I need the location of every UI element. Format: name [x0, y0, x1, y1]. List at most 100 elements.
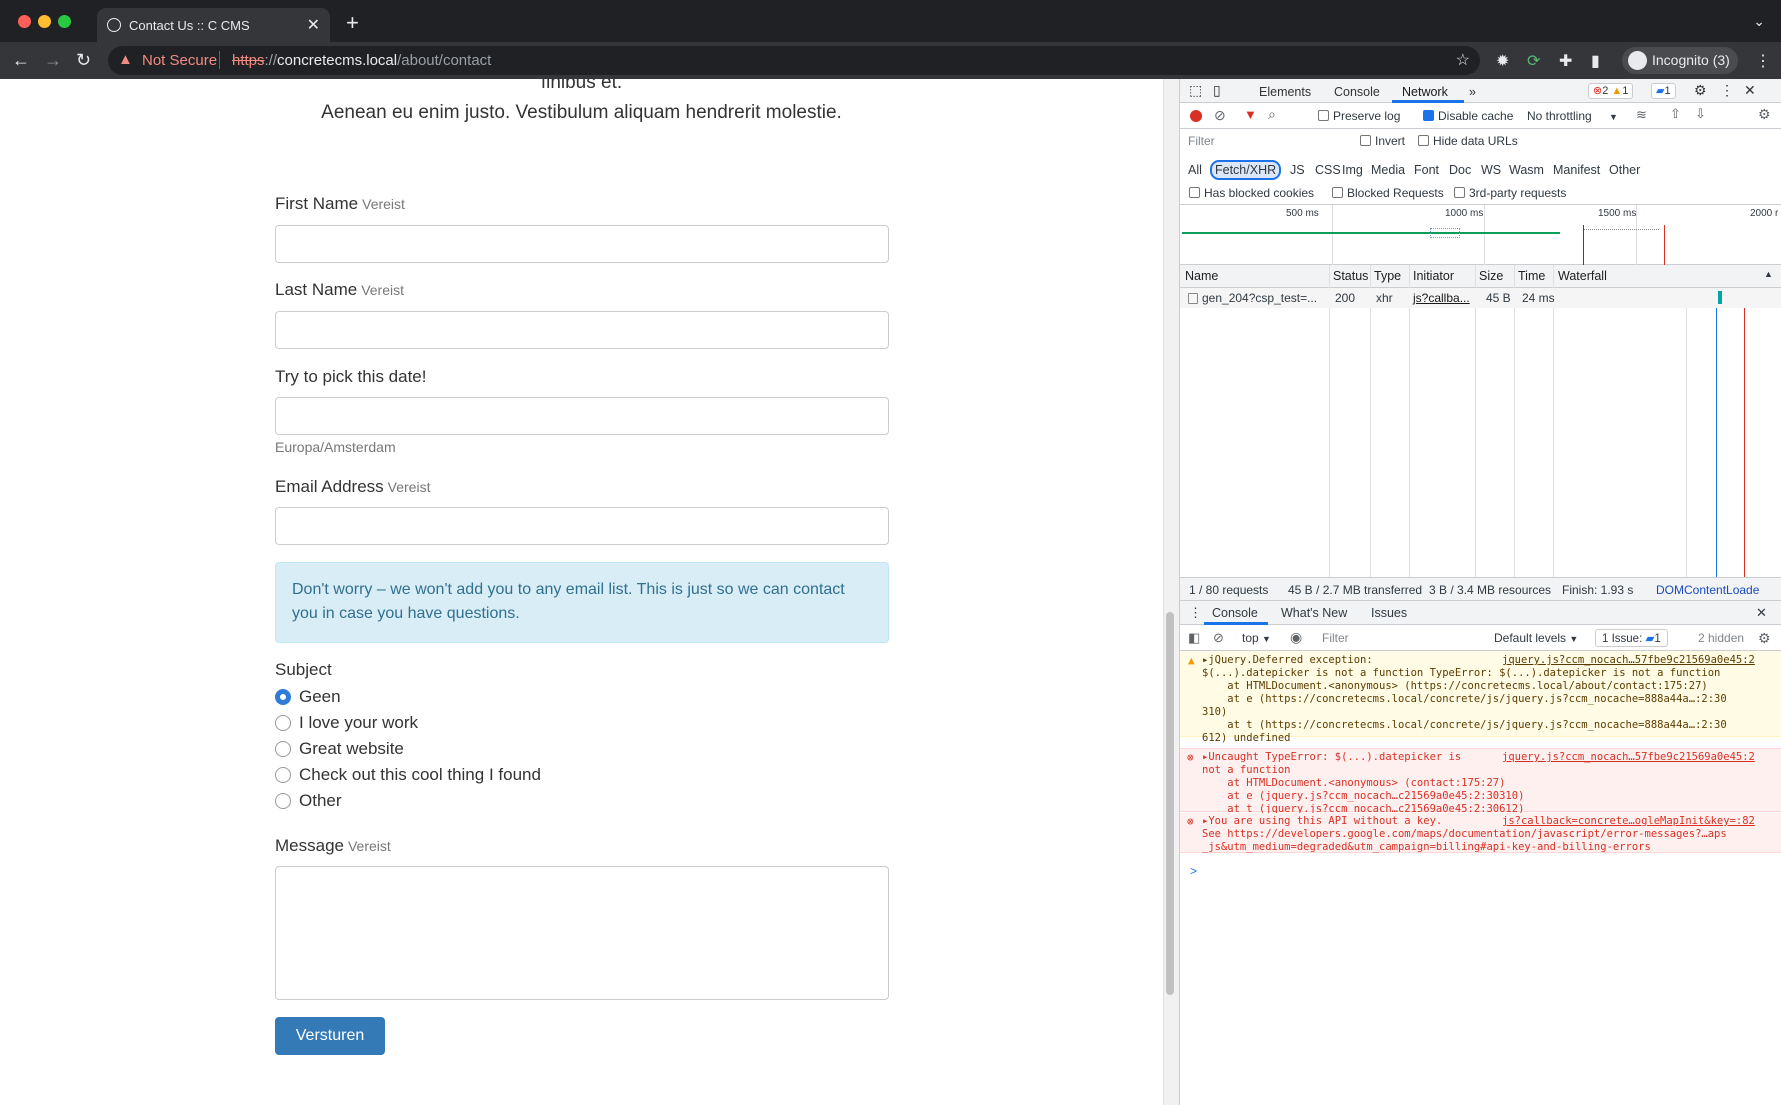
- tab-console[interactable]: Console: [1334, 85, 1380, 99]
- hide-data-urls-checkbox[interactable]: Hide data URLs: [1418, 134, 1518, 148]
- request-name[interactable]: gen_204?csp_test=...: [1202, 291, 1317, 305]
- close-devtools-icon[interactable]: ✕: [1744, 82, 1756, 99]
- browser-tab[interactable]: Contact Us :: C CMS ✕: [97, 8, 330, 42]
- column-status[interactable]: Status: [1333, 269, 1368, 283]
- third-party-checkbox[interactable]: 3rd-party requests: [1454, 186, 1566, 200]
- drawer-tab-issues[interactable]: Issues: [1371, 606, 1407, 620]
- tab-network[interactable]: Network: [1402, 85, 1448, 99]
- more-tabs-button[interactable]: »: [1469, 85, 1476, 99]
- filter-ws[interactable]: WS: [1481, 163, 1501, 177]
- message-source-link[interactable]: jquery.js?ccm_nocach…57fbe9c21569a0e45:2: [1502, 751, 1755, 764]
- issues-badge[interactable]: 1 Issue: ▰1: [1595, 629, 1668, 647]
- url-text[interactable]: https://concretecms.local/about/contact: [232, 52, 491, 69]
- network-conditions-icon[interactable]: ≋: [1636, 107, 1647, 123]
- filter-funnel-icon[interactable]: ▼: [1244, 107, 1257, 122]
- minimize-window-button[interactable]: [38, 15, 51, 28]
- export-har-icon[interactable]: ⇩: [1695, 106, 1706, 122]
- filter-css[interactable]: CSS: [1315, 163, 1341, 177]
- console-settings-icon[interactable]: ⚙: [1758, 630, 1771, 647]
- console-warning-message[interactable]: ▲ ▸jQuery.Deferred exception: jquery.js?…: [1180, 651, 1781, 744]
- error-warning-counter[interactable]: ⊗2 ▲1: [1588, 83, 1634, 99]
- message-source-link[interactable]: jquery.js?ccm_nocach…57fbe9c21569a0e45:2: [1502, 654, 1755, 667]
- console-filter-input[interactable]: Filter: [1318, 628, 1448, 648]
- default-levels-select[interactable]: Default levels ▼: [1494, 631, 1578, 645]
- address-bar[interactable]: ▲ Not Secure https://concretecms.local/a…: [108, 46, 1480, 75]
- incognito-profile-button[interactable]: Incognito (3): [1622, 47, 1738, 74]
- column-time[interactable]: Time: [1518, 269, 1545, 283]
- chevron-down-icon[interactable]: ⌄: [1753, 13, 1765, 30]
- email-field[interactable]: [275, 507, 889, 545]
- preserve-log-checkbox[interactable]: Preserve log: [1318, 109, 1400, 123]
- radio-icon[interactable]: [275, 741, 291, 757]
- blocked-requests-checkbox[interactable]: Blocked Requests: [1332, 186, 1444, 200]
- clear-console-icon[interactable]: ⊘: [1213, 630, 1224, 646]
- filter-media[interactable]: Media: [1371, 163, 1405, 177]
- devtools-menu-icon[interactable]: ⋮: [1720, 82, 1734, 99]
- clear-icon[interactable]: ⊘: [1214, 107, 1226, 124]
- filter-img[interactable]: Img: [1342, 163, 1363, 177]
- invert-checkbox[interactable]: Invert: [1360, 134, 1405, 148]
- radio-selected-icon[interactable]: [275, 689, 291, 705]
- table-row[interactable]: gen_204?csp_test=... 200 xhr js?callba..…: [1180, 288, 1781, 308]
- info-counter[interactable]: ▰1: [1651, 83, 1676, 99]
- record-icon[interactable]: [1190, 110, 1202, 122]
- extensions-puzzle-icon[interactable]: ✚: [1559, 51, 1572, 71]
- filter-wasm[interactable]: Wasm: [1509, 163, 1544, 177]
- page-scrollbar[interactable]: [1166, 612, 1174, 995]
- throttling-select[interactable]: No throttling ▼: [1527, 109, 1618, 123]
- disable-cache-checkbox[interactable]: Disable cache: [1423, 109, 1513, 123]
- filter-js[interactable]: JS: [1290, 163, 1305, 177]
- eye-icon[interactable]: ◉: [1290, 629, 1302, 646]
- column-type[interactable]: Type: [1374, 269, 1401, 283]
- request-initiator[interactable]: js?callba...: [1413, 291, 1470, 305]
- column-initiator[interactable]: Initiator: [1413, 269, 1454, 283]
- new-tab-button[interactable]: +: [346, 10, 359, 36]
- settings-gear-icon[interactable]: ⚙: [1694, 82, 1707, 99]
- forward-button[interactable]: →: [44, 50, 62, 71]
- network-filter-input[interactable]: Filter: [1184, 131, 1348, 150]
- maximize-window-button[interactable]: [58, 15, 71, 28]
- radio-icon[interactable]: [275, 767, 291, 783]
- date-field[interactable]: [275, 397, 889, 435]
- console-error-message[interactable]: ⊗ ▸Uncaught TypeError: $(...).datepicker…: [1180, 748, 1781, 815]
- reload-button[interactable]: ↻: [76, 50, 91, 71]
- drawer-tab-whats-new[interactable]: What's New: [1281, 606, 1347, 620]
- import-har-icon[interactable]: ⇧: [1670, 106, 1681, 122]
- radio-icon[interactable]: [275, 715, 291, 731]
- drawer-menu-icon[interactable]: ⋮: [1189, 605, 1202, 621]
- network-settings-icon[interactable]: ⚙: [1758, 106, 1771, 123]
- message-source-link[interactable]: js?callback=concrete…ogleMapInit&key=:82: [1502, 815, 1755, 828]
- device-toggle-icon[interactable]: ▯: [1213, 82, 1221, 99]
- filter-fetch-xhr[interactable]: Fetch/XHR: [1210, 160, 1282, 180]
- tab-elements[interactable]: Elements: [1259, 85, 1311, 99]
- column-name[interactable]: Name: [1185, 269, 1218, 283]
- context-select[interactable]: top ▼: [1242, 631, 1271, 645]
- back-button[interactable]: ←: [12, 50, 30, 71]
- sidebar-toggle-icon[interactable]: ◧: [1188, 630, 1200, 646]
- last-name-field[interactable]: [275, 311, 889, 349]
- filter-all[interactable]: All: [1188, 163, 1202, 177]
- extension-gear-icon[interactable]: ✹: [1496, 51, 1509, 71]
- has-blocked-cookies-checkbox[interactable]: Has blocked cookies: [1189, 186, 1314, 200]
- extension-sync-icon[interactable]: ⟳: [1527, 51, 1540, 71]
- filter-font[interactable]: Font: [1414, 163, 1439, 177]
- side-panel-icon[interactable]: ▮: [1591, 51, 1600, 71]
- console-prompt[interactable]: >: [1190, 864, 1197, 878]
- message-textarea[interactable]: [275, 866, 889, 1000]
- close-drawer-icon[interactable]: ✕: [1756, 605, 1767, 621]
- drawer-tab-console[interactable]: Console: [1212, 606, 1258, 620]
- search-icon[interactable]: ⌕: [1268, 106, 1276, 123]
- submit-button[interactable]: Versturen: [275, 1017, 385, 1055]
- column-waterfall[interactable]: Waterfall: [1558, 269, 1607, 283]
- inspect-icon[interactable]: ⬚: [1189, 82, 1202, 99]
- filter-doc[interactable]: Doc: [1449, 163, 1471, 177]
- radio-icon[interactable]: [275, 793, 291, 809]
- first-name-field[interactable]: [275, 225, 889, 263]
- browser-menu-icon[interactable]: ⋮: [1755, 51, 1771, 71]
- close-tab-icon[interactable]: ✕: [307, 15, 320, 35]
- filter-other[interactable]: Other: [1609, 163, 1640, 177]
- console-error-message[interactable]: ⊗ ▸You are using this API without a key.…: [1180, 813, 1781, 853]
- sort-ascending-icon[interactable]: ▲: [1764, 269, 1773, 279]
- column-size[interactable]: Size: [1479, 269, 1503, 283]
- close-window-button[interactable]: [18, 15, 31, 28]
